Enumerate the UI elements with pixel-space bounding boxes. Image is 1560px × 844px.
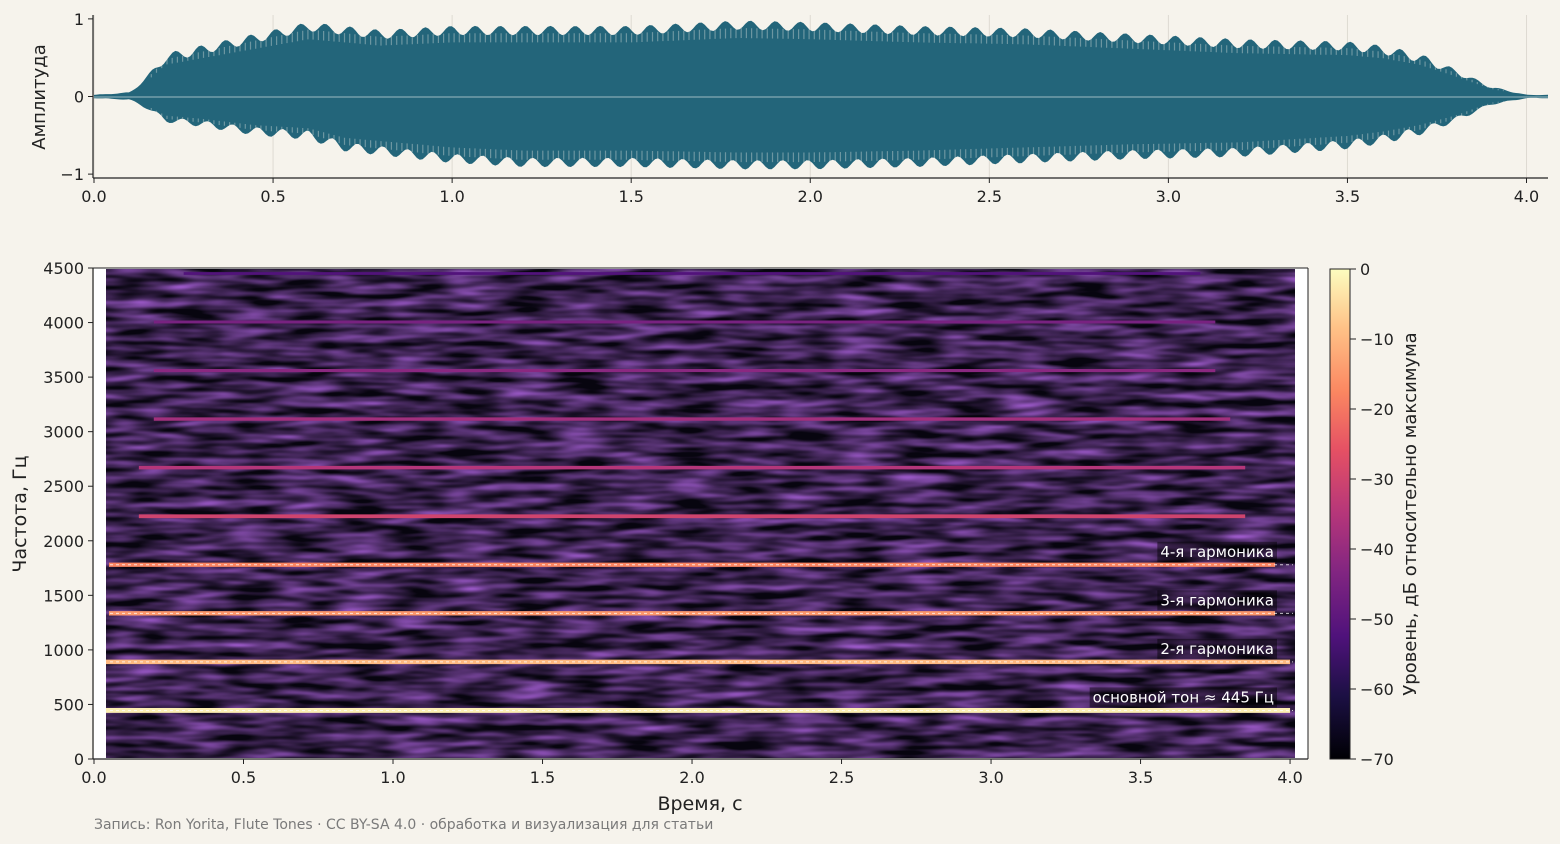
annotation-label: 4-я гармоника bbox=[1160, 543, 1274, 561]
waveform-area bbox=[94, 20, 1548, 170]
annotation-label: 2-я гармоника bbox=[1160, 640, 1274, 658]
spectrogram-y-tick-label: 4000 bbox=[43, 314, 84, 333]
waveform-x-ticks: 0.0 0.5 1.0 1.5 2.0 2.5 3.0 3.5 4.0 bbox=[81, 178, 1539, 206]
waveform-x-tick-label: 2.5 bbox=[977, 187, 1002, 206]
spectrogram-y-tick-label: 4500 bbox=[43, 259, 84, 278]
annotation-label: 3-я гармоника bbox=[1160, 591, 1274, 609]
footer-credit: Запись: Ron Yorita, Flute Tones · CC BY-… bbox=[94, 817, 713, 833]
waveform-y-tick-label: −1 bbox=[60, 165, 84, 184]
waveform-x-tick-label: 3.5 bbox=[1335, 187, 1360, 206]
spectrogram-x-tick-label: 3.0 bbox=[978, 768, 1003, 787]
spectrogram-y-tick-label: 500 bbox=[53, 695, 84, 714]
waveform-x-tick-label: 1.5 bbox=[618, 187, 643, 206]
waveform-x-tick-label: 0.5 bbox=[260, 187, 285, 206]
spectrogram-y-tick-label: 3000 bbox=[43, 423, 84, 442]
spectrogram-y-tick-label: 1500 bbox=[43, 586, 84, 605]
waveform-y-tick-label: 1 bbox=[74, 10, 84, 29]
waveform-x-tick-label: 3.0 bbox=[1156, 187, 1181, 206]
colorbar-label: Уровень, дБ относительно максимума bbox=[1400, 332, 1421, 695]
spectrogram-y-tick-label: 2500 bbox=[43, 477, 84, 496]
colorbar-gradient bbox=[1329, 268, 1351, 760]
colorbar-ticks: 0 −10 −20 −30 −40 −50 −60 −70 bbox=[1350, 260, 1394, 769]
spectrogram-panel: основной тон ≈ 445 Гц 2-я гармоника 3-я га… bbox=[9, 259, 1309, 815]
colorbar: 0 −10 −20 −30 −40 −50 −60 −70 Уровень, дБ относ… bbox=[1329, 260, 1421, 769]
waveform-y-tick-label: 0 bbox=[74, 88, 84, 107]
colorbar-tick-label: −70 bbox=[1360, 750, 1394, 769]
waveform-x-tick-label: 2.0 bbox=[798, 187, 823, 206]
waveform-x-tick-label: 1.0 bbox=[439, 187, 464, 206]
colorbar-tick-label: −10 bbox=[1360, 330, 1394, 349]
spectrogram-x-axis-label: Время, с bbox=[657, 793, 742, 815]
waveform-x-tick-label: 4.0 bbox=[1514, 187, 1539, 206]
spectrogram-x-tick-label: 1.0 bbox=[380, 768, 405, 787]
colorbar-tick-label: 0 bbox=[1360, 260, 1370, 279]
spectrogram-x-tick-label: 2.5 bbox=[829, 768, 854, 787]
spectrogram-x-ticks: 0.0 0.5 1.0 1.5 2.0 2.5 3.0 3.5 4.0 bbox=[81, 759, 1303, 787]
figure: 0.0 0.5 1.0 1.5 2.0 2.5 3.0 3.5 4.0 −101 Амплиту… bbox=[9, 10, 1548, 833]
waveform-y-axis-label: Амплитуда bbox=[29, 44, 50, 149]
spectrogram-x-tick-label: 2.0 bbox=[679, 768, 704, 787]
spectrogram-y-ticks: 0 500 1000 1500 2000 2500 3000 3500 4000 4500 bbox=[43, 259, 93, 769]
annotation-label: основной тон ≈ 445 Гц bbox=[1093, 688, 1274, 706]
waveform-y-ticks: −1 0 1 bbox=[60, 10, 93, 184]
waveform-x-tick-label: 0.0 bbox=[81, 187, 106, 206]
colorbar-tick-label: −60 bbox=[1360, 680, 1394, 699]
spectrogram-y-tick-label: 0 bbox=[74, 750, 84, 769]
spectrogram-x-tick-label: 3.5 bbox=[1128, 768, 1153, 787]
spectrogram-y-tick-label: 1000 bbox=[43, 641, 84, 660]
spectrogram-y-tick-label: 2000 bbox=[43, 532, 84, 551]
waveform-panel: 0.0 0.5 1.0 1.5 2.0 2.5 3.0 3.5 4.0 −1 0 1 Амплиту… bbox=[29, 10, 1548, 206]
spectrogram-x-tick-label: 4.0 bbox=[1277, 768, 1302, 787]
spectrogram-x-tick-label: 0.0 bbox=[81, 768, 106, 787]
spectrogram-x-tick-label: 1.5 bbox=[530, 768, 555, 787]
colorbar-tick-label: −50 bbox=[1360, 610, 1394, 629]
colorbar-tick-label: −40 bbox=[1360, 540, 1394, 559]
spectrogram-y-axis-label: Частота, Гц bbox=[9, 455, 31, 572]
spectrogram-y-tick-label: 3500 bbox=[43, 368, 84, 387]
spectrogram-x-tick-label: 0.5 bbox=[231, 768, 256, 787]
colorbar-tick-label: −20 bbox=[1360, 400, 1394, 419]
colorbar-tick-label: −30 bbox=[1360, 470, 1394, 489]
